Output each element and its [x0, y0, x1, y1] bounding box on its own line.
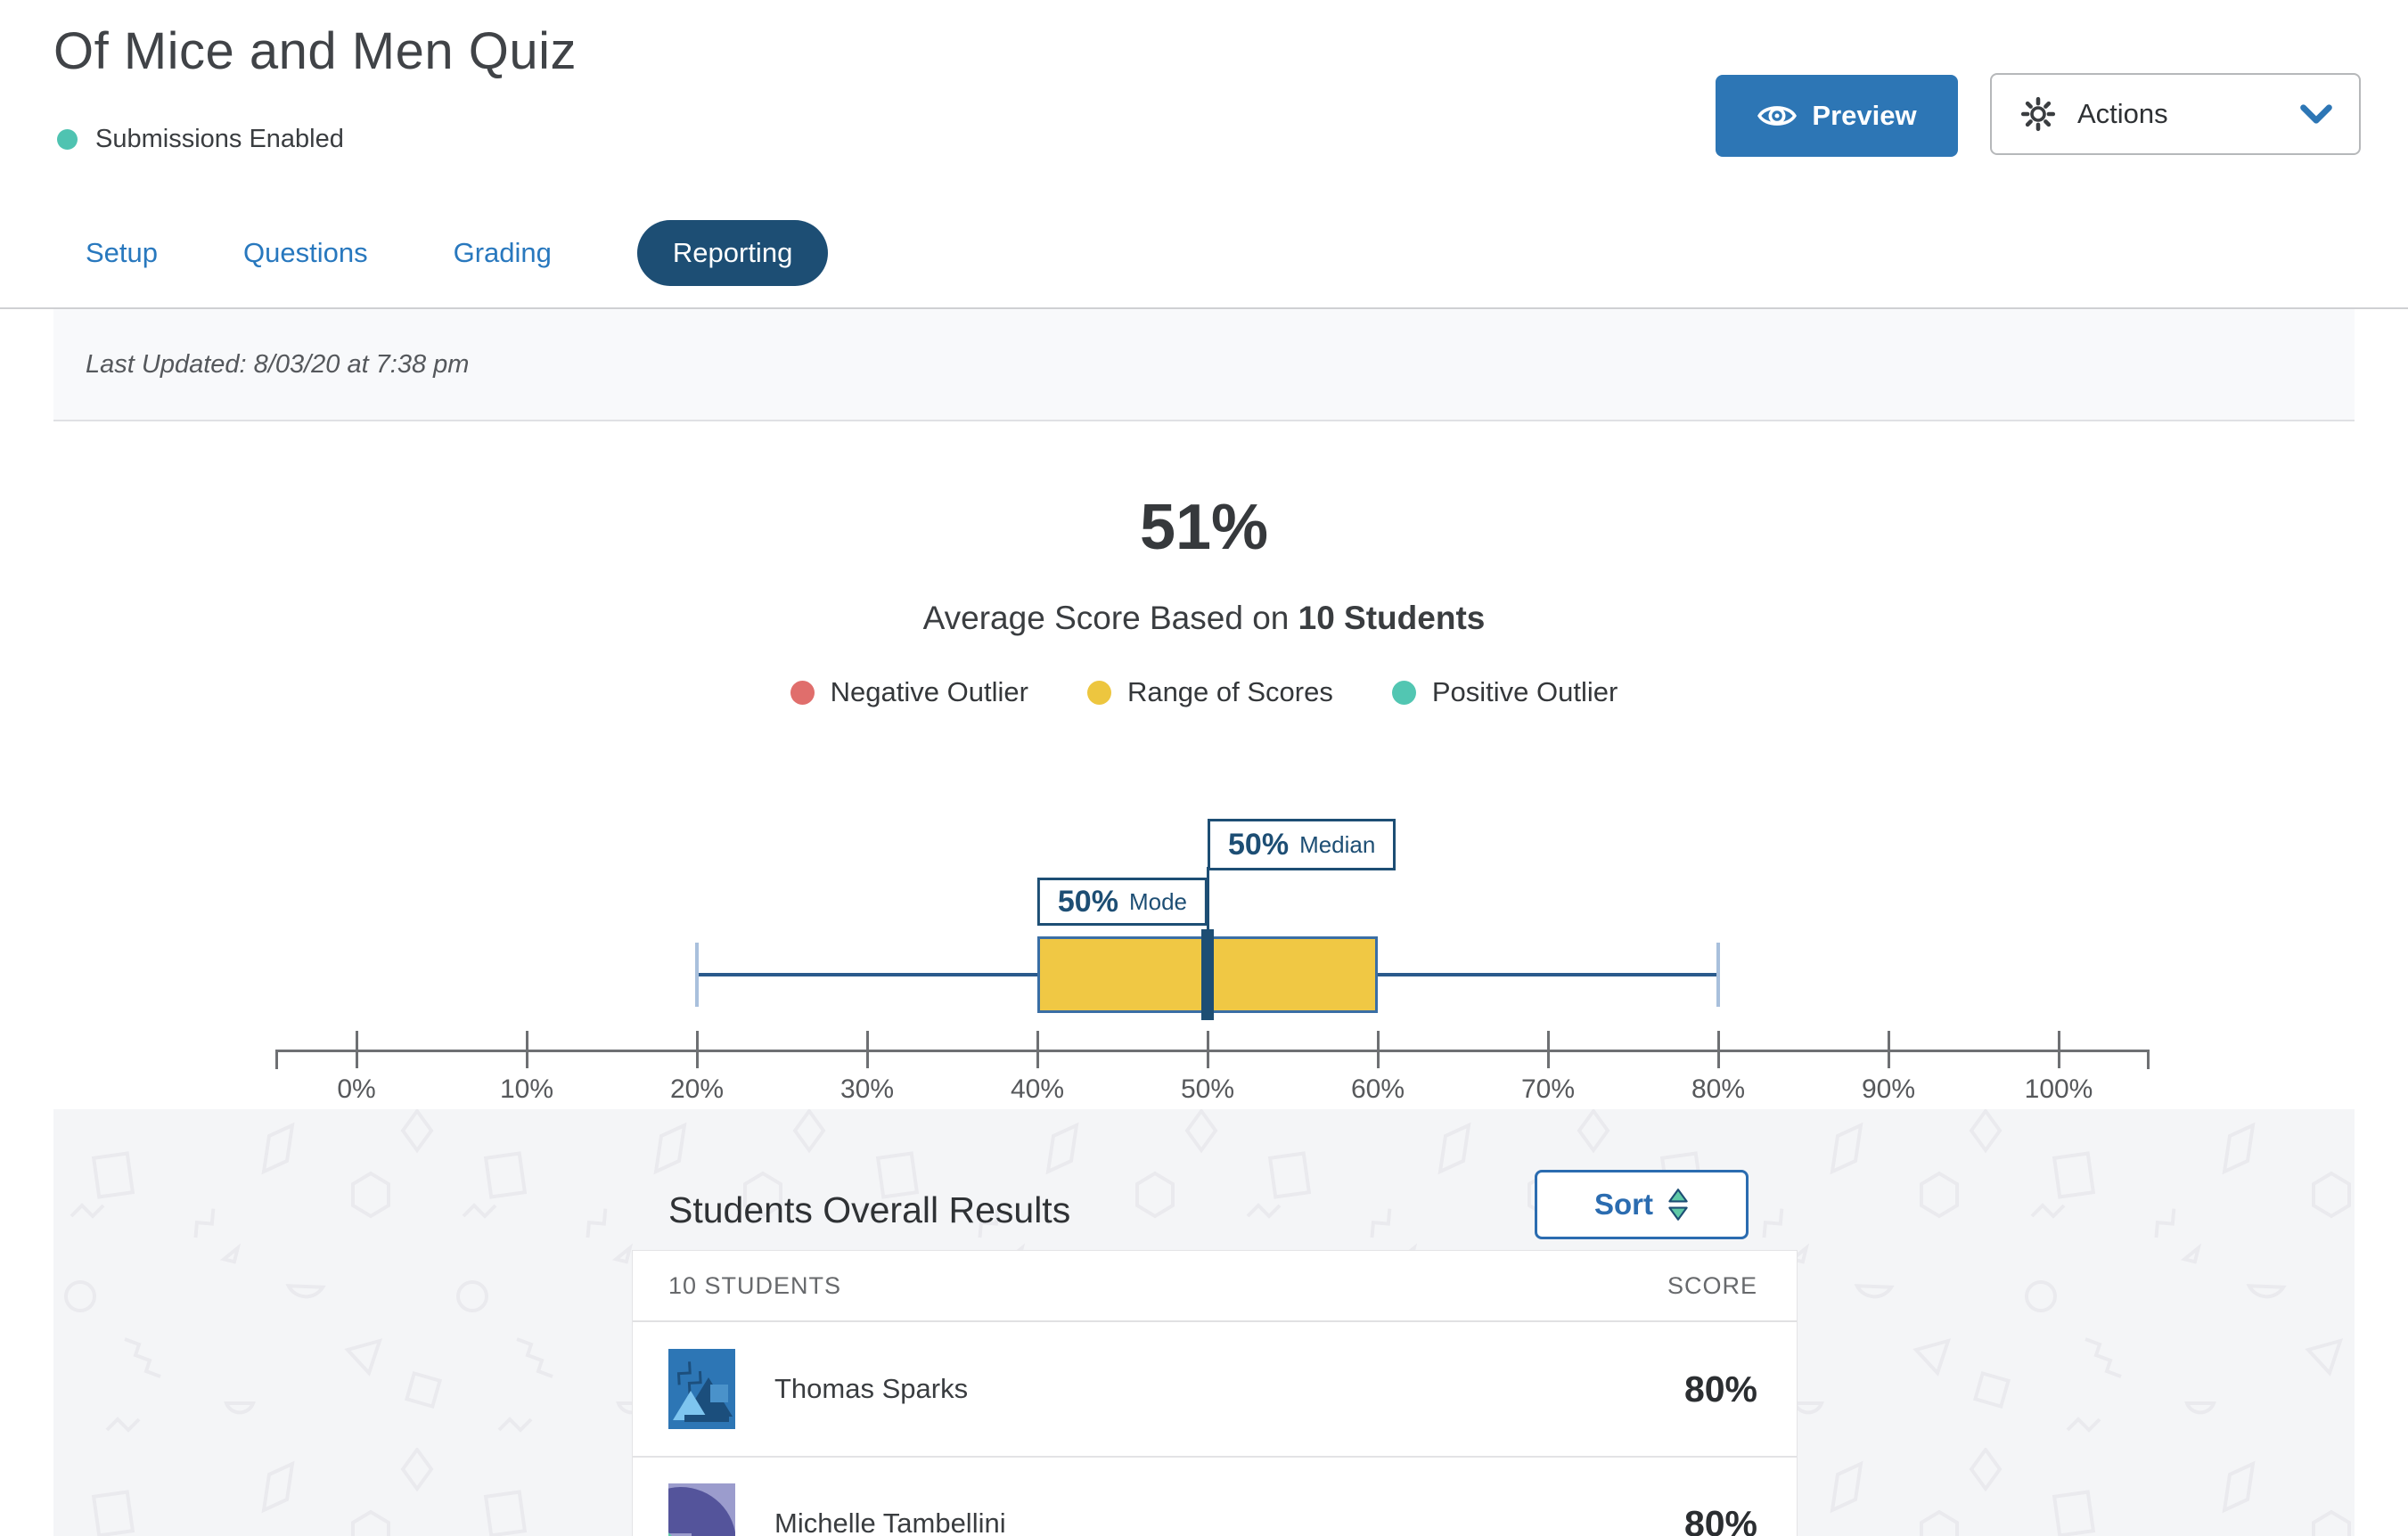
legend-dot-icon	[1392, 681, 1416, 705]
x-axis-tick-label: 10%	[500, 1074, 553, 1105]
legend-label: Range of Scores	[1127, 676, 1333, 708]
student-name: Thomas Sparks	[774, 1373, 968, 1405]
actions-button-label: Actions	[2077, 98, 2168, 130]
boxplot-left-whisker	[697, 973, 1037, 976]
legend-label: Positive Outlier	[1432, 676, 1618, 708]
students-results-section: Students Overall Results Sort 10 STUDENT…	[53, 1109, 2355, 1536]
average-score-caption: Average Score Based on 10 Students	[0, 600, 2408, 637]
x-axis-tick-label: 0%	[337, 1074, 375, 1105]
table-header-students: 10 STUDENTS	[668, 1272, 841, 1300]
x-axis-tick-label: 40%	[1011, 1074, 1064, 1105]
x-axis-tick	[2058, 1031, 2060, 1068]
x-axis-tick-label: 20%	[670, 1074, 724, 1105]
x-axis	[275, 1050, 2150, 1052]
x-axis-tick	[1036, 1031, 1039, 1068]
boxplot-right-cap	[1716, 943, 1720, 1007]
x-axis-tick-label: 70%	[1521, 1074, 1575, 1105]
x-axis-tick	[1377, 1031, 1380, 1068]
tab-setup[interactable]: Setup	[86, 237, 158, 269]
preview-button-label: Preview	[1812, 100, 1916, 132]
x-axis-tick	[696, 1031, 699, 1068]
students-results-table: 10 STUDENTS SCORE Thomas Sparks 80% Mich…	[632, 1250, 1798, 1536]
x-axis-right-endcap	[2147, 1050, 2150, 1069]
table-header-row: 10 STUDENTS SCORE	[633, 1251, 1797, 1322]
preview-button[interactable]: Preview	[1716, 75, 1958, 157]
x-axis-tick-label: 50%	[1181, 1074, 1234, 1105]
quiz-reporting-page: Of Mice and Men Quiz Submissions Enabled…	[0, 0, 2408, 1536]
submission-status: Submissions Enabled	[57, 125, 344, 154]
last-updated-text: Last Updated: 8/03/20 at 7:38 pm	[86, 350, 469, 380]
status-dot-icon	[57, 129, 78, 150]
student-name: Michelle Tambellini	[774, 1507, 1006, 1536]
x-axis-left-endcap	[275, 1050, 278, 1069]
x-axis-tick-label: 90%	[1862, 1074, 1915, 1105]
chart-legend: Negative Outlier Range of Scores Positive …	[0, 676, 2408, 708]
avatar	[668, 1483, 735, 1536]
table-row[interactable]: Michelle Tambellini 80%	[633, 1456, 1797, 1536]
median-annotation: 50% Median	[1208, 819, 1396, 870]
annotation-connector-line	[1207, 867, 1209, 938]
score-summary-chart: 51% Average Score Based on 10 Students N…	[0, 421, 2408, 1109]
x-axis-tick	[1717, 1031, 1720, 1068]
student-count: 10 Students	[1298, 600, 1486, 636]
chevron-down-icon	[2300, 104, 2332, 124]
x-axis-tick	[1207, 1031, 1209, 1068]
x-axis-tick-label: 100%	[2025, 1074, 2093, 1105]
table-rows: Thomas Sparks 80% Michelle Tambellini 80…	[633, 1322, 1797, 1536]
avatar	[668, 1349, 735, 1429]
legend-item: Positive Outlier	[1392, 676, 1618, 708]
student-score: 80%	[1684, 1369, 1757, 1410]
mode-annotation: 50% Mode	[1037, 878, 1208, 926]
boxplot-left-cap	[695, 943, 699, 1007]
boxplot-right-whisker	[1378, 973, 1718, 976]
tab-reporting[interactable]: Reporting	[637, 220, 828, 286]
average-score-value: 51%	[0, 491, 2408, 564]
x-axis-tick-label: 60%	[1351, 1074, 1405, 1105]
x-axis-tick	[356, 1031, 358, 1068]
boxplot-median-line	[1201, 929, 1214, 1020]
last-updated-bar: Last Updated: 8/03/20 at 7:38 pm	[53, 309, 2355, 421]
x-axis-tick	[866, 1031, 869, 1068]
legend-dot-icon	[790, 681, 815, 705]
x-axis-tick	[1547, 1031, 1550, 1068]
actions-button[interactable]: Actions	[1990, 73, 2361, 155]
legend-dot-icon	[1087, 681, 1111, 705]
tab-grading[interactable]: Grading	[454, 237, 552, 269]
table-row[interactable]: Thomas Sparks 80%	[633, 1322, 1797, 1456]
legend-item: Range of Scores	[1087, 676, 1333, 708]
x-axis-tick	[1888, 1031, 1890, 1068]
tab-questions[interactable]: Questions	[243, 237, 368, 269]
x-axis-tick-label: 30%	[840, 1074, 894, 1105]
results-heading: Students Overall Results	[668, 1189, 1070, 1231]
eye-icon	[1757, 101, 1798, 131]
gear-icon	[2019, 94, 2058, 134]
status-label: Submissions Enabled	[95, 125, 344, 154]
sort-button-label: Sort	[1594, 1188, 1653, 1221]
page-title: Of Mice and Men Quiz	[53, 21, 577, 81]
student-score: 80%	[1684, 1503, 1757, 1536]
legend-item: Negative Outlier	[790, 676, 1028, 708]
table-header-score: SCORE	[1667, 1272, 1757, 1300]
x-axis-tick-label: 80%	[1691, 1074, 1745, 1105]
sort-button[interactable]: Sort	[1535, 1170, 1749, 1239]
x-axis-tick	[526, 1031, 528, 1068]
sort-arrows-icon	[1667, 1189, 1689, 1221]
tab-bar: Setup Questions Grading Reporting	[86, 220, 828, 286]
legend-label: Negative Outlier	[831, 676, 1028, 708]
